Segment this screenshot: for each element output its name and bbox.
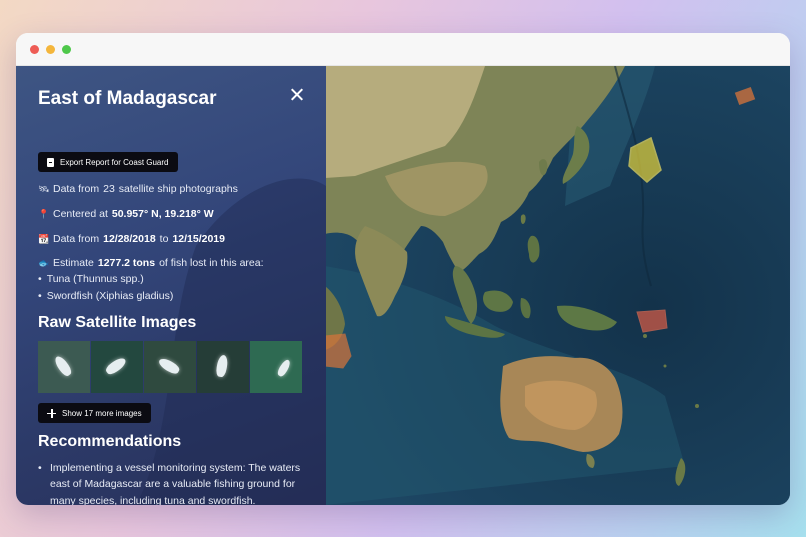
window-close-dot[interactable]: [30, 45, 39, 54]
show-more-images-button[interactable]: Show 17 more images: [38, 403, 151, 423]
estimate-suffix: of fish lost in this area:: [159, 257, 264, 269]
satellite-thumbnail[interactable]: [197, 341, 249, 393]
app-window: East of Madagascar Export Report for Coa…: [16, 33, 790, 505]
document-icon: [47, 157, 54, 167]
satellite-thumbnail[interactable]: [250, 341, 302, 393]
window-maximize-dot[interactable]: [62, 45, 71, 54]
photos-prefix: Data from: [53, 183, 100, 195]
app-content: East of Madagascar Export Report for Coa…: [16, 66, 790, 505]
estimate-value: 1277.2 tons: [97, 257, 156, 269]
satellite-icon: 🛰: [38, 183, 50, 194]
calendar-icon: 📆: [38, 233, 50, 244]
export-report-button[interactable]: Export Report for Coast Guard: [38, 152, 178, 172]
species-item: Swordfish (Xiphias gladius): [38, 290, 174, 302]
recommendations-heading: Recommendations: [38, 433, 182, 450]
photos-count: 23: [103, 183, 115, 195]
raw-images-heading: Raw Satellite Images: [38, 314, 197, 331]
photos-suffix: satellite ship photographs: [118, 183, 238, 195]
close-icon[interactable]: [290, 88, 304, 102]
species-item: Tuna (Thunnus spp.): [38, 273, 144, 285]
info-estimate: 🐟 Estimate 1277.2 tons of fish lost in t…: [38, 257, 264, 269]
panel-title: East of Madagascar: [38, 88, 217, 109]
details-panel: East of Madagascar Export Report for Coa…: [16, 66, 326, 505]
show-more-label: Show 17 more images: [62, 408, 142, 418]
centered-prefix: Centered at: [53, 208, 108, 220]
export-report-label: Export Report for Coast Guard: [60, 157, 169, 167]
date-end: 12/15/2019: [172, 233, 225, 245]
satellite-thumbnails: [38, 341, 302, 393]
title-bar: [16, 33, 790, 66]
pin-icon: 📍: [38, 208, 50, 219]
info-centered: 📍 Centered at 50.957° N, 19.218° W: [38, 208, 214, 220]
plus-icon: [47, 408, 56, 418]
date-joiner: to: [159, 233, 169, 245]
recommendation-item: Implementing a vessel monitoring system:…: [38, 460, 308, 505]
window-minimize-dot[interactable]: [46, 45, 55, 54]
map-canvas: [325, 66, 790, 505]
info-photos: 🛰 Data from 23 satellite ship photograph…: [38, 183, 238, 195]
zone-red: [636, 309, 668, 333]
date-prefix: Data from: [53, 233, 100, 245]
fish-icon: 🐟: [38, 257, 50, 268]
satellite-thumbnail[interactable]: [91, 341, 143, 393]
info-dates: 📆 Data from 12/28/2018 to 12/15/2019: [38, 233, 225, 245]
world-map[interactable]: [325, 66, 790, 505]
estimate-prefix: Estimate: [53, 257, 94, 269]
date-start: 12/28/2018: [103, 233, 156, 245]
satellite-thumbnail[interactable]: [144, 341, 196, 393]
centered-value: 50.957° N, 19.218° W: [111, 208, 214, 220]
satellite-thumbnail[interactable]: [38, 341, 90, 393]
